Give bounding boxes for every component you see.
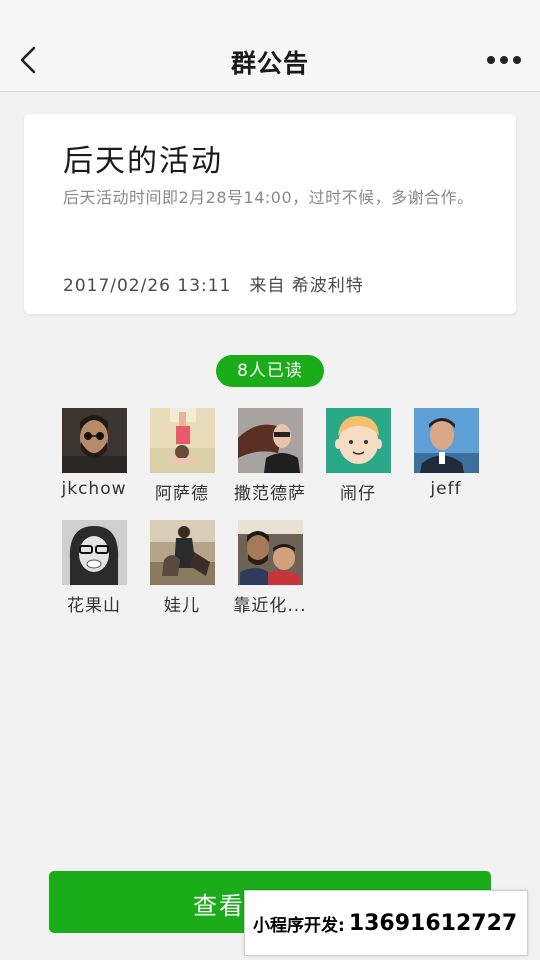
- member-item[interactable]: 撒范德萨: [225, 408, 315, 504]
- member-item[interactable]: 闹仔: [313, 408, 403, 504]
- member-name: 撒范德萨: [234, 484, 306, 504]
- member-item[interactable]: jeff: [401, 408, 491, 499]
- member-name: jkchow: [61, 479, 127, 499]
- avatar: [149, 520, 215, 585]
- view-button-label: 查看: [193, 892, 245, 920]
- avatar: [413, 408, 479, 473]
- avatar: [325, 408, 391, 473]
- member-item[interactable]: 花果山: [49, 520, 139, 616]
- member-name: 花果山: [67, 596, 121, 616]
- member-item[interactable]: 娃儿: [137, 520, 227, 616]
- avatar: [237, 408, 303, 473]
- read-count-badge: 8人已读: [216, 355, 324, 387]
- announcement-author[interactable]: 希波利特: [292, 276, 364, 296]
- avatar: [149, 408, 215, 473]
- watermark-label: 小程序开发:: [253, 915, 345, 936]
- avatar: [237, 520, 303, 585]
- more-button[interactable]: [482, 44, 526, 76]
- more-dots-icon: [487, 56, 521, 64]
- avatar: [61, 408, 127, 473]
- announcement-body: 后天活动时间即2月28号14:00，过时不候，多谢合作。: [63, 188, 474, 207]
- announcement-title: 后天的活动: [63, 144, 223, 179]
- member-name: jeff: [430, 479, 462, 499]
- member-item[interactable]: 靠近化...: [225, 520, 315, 616]
- navbar: 群公告: [0, 0, 540, 92]
- member-name: 闹仔: [340, 484, 376, 504]
- member-name: 娃儿: [164, 596, 200, 616]
- contact-watermark: 小程序开发: 13691612727: [244, 890, 528, 956]
- avatar: [61, 520, 127, 585]
- member-name: 靠近化...: [233, 596, 307, 616]
- from-label: 来自: [249, 276, 286, 296]
- watermark-phone: 13691612727: [348, 910, 518, 936]
- member-item[interactable]: jkchow: [49, 408, 139, 499]
- announcement-timestamp: 2017/02/26 13:11: [63, 276, 232, 296]
- page-title: 群公告: [230, 49, 309, 78]
- member-name: 阿萨德: [155, 484, 209, 504]
- member-item[interactable]: 阿萨德: [137, 408, 227, 504]
- announcement-card: 后天的活动 后天活动时间即2月28号14:00，过时不候，多谢合作。 2017/…: [24, 114, 516, 314]
- announcement-meta: 2017/02/26 13:11 来自 希波利特: [63, 271, 364, 296]
